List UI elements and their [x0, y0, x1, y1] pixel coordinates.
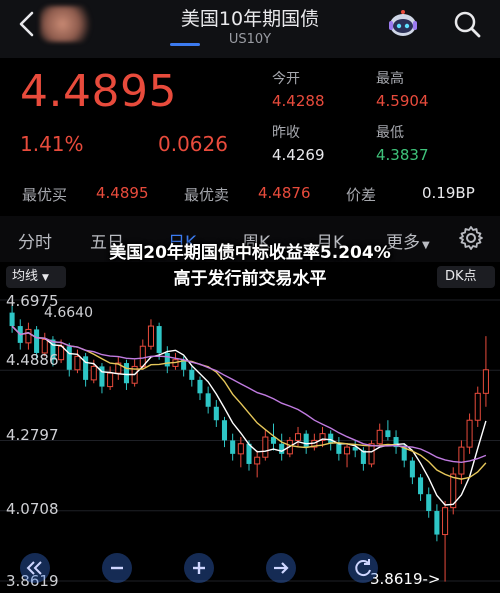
- candle-body: [385, 430, 391, 438]
- change-value: 0.0626: [158, 132, 228, 156]
- candle-body: [107, 372, 114, 388]
- search-icon[interactable]: [452, 9, 482, 39]
- candle-body: [9, 312, 15, 327]
- candle-body: [221, 420, 228, 441]
- candle-body: [360, 450, 366, 464]
- y-axis-label: 4.0708: [6, 500, 59, 518]
- headline-line-1: 美国20年期国债中标收益率5.204%: [109, 243, 391, 263]
- best-sell-value: 4.4876: [258, 184, 311, 202]
- candle-body: [205, 393, 211, 407]
- candle-body: [368, 443, 375, 465]
- candle-body: [434, 511, 440, 535]
- candle-body: [376, 429, 383, 445]
- candle-body: [230, 440, 236, 454]
- moving-average-line: [11, 325, 487, 506]
- candle-body: [34, 329, 40, 353]
- candle-body: [294, 433, 302, 441]
- candle-body: [25, 328, 32, 344]
- minus-icon: [111, 566, 123, 570]
- reset-button[interactable]: [348, 553, 378, 583]
- candle-body: [442, 507, 449, 536]
- candle-body: [66, 346, 72, 370]
- double-chevron-left-icon: [26, 561, 42, 575]
- candle-body: [156, 326, 162, 353]
- active-tab-indicator: [170, 43, 200, 46]
- headline-line-2: 高于发行前交易水平: [173, 269, 327, 289]
- candle-body: [164, 352, 170, 367]
- candle-body: [254, 456, 261, 465]
- news-headline: 美国20年期国债中标收益率5.204% 高于发行前交易水平: [0, 240, 490, 292]
- candle-body: [344, 446, 351, 455]
- candle-body: [197, 379, 203, 394]
- y-axis-label: 4.4886: [6, 351, 59, 369]
- zoom-out-left-button[interactable]: [20, 553, 50, 583]
- symbol-code: US10Y: [228, 32, 272, 47]
- candle-body: [279, 443, 285, 454]
- prev-close-value: 4.4269: [272, 146, 325, 164]
- spread-label: 价差: [346, 186, 377, 204]
- candle-body: [303, 433, 309, 448]
- candle-body: [458, 446, 465, 475]
- plus-icon: [193, 562, 205, 574]
- spread-value: 0.19BP: [422, 184, 475, 202]
- candle-body: [90, 365, 97, 381]
- candle-body: [426, 494, 432, 512]
- candle-body: [466, 419, 473, 448]
- zoom-out-button[interactable]: [102, 553, 132, 583]
- open-value: 4.4288: [272, 92, 325, 110]
- candle-body: [213, 406, 219, 421]
- candle-body: [237, 443, 244, 455]
- best-sell-label: 最优卖: [184, 186, 230, 204]
- zoom-in-button[interactable]: [184, 553, 214, 583]
- high-marker-label: 4.6640: [44, 305, 93, 321]
- page-title: 美国10年期国债: [180, 8, 320, 30]
- arrow-right-icon: [274, 562, 289, 574]
- low-marker-label: 3.8619->: [370, 570, 441, 588]
- last-price: 4.4895: [20, 66, 177, 117]
- candle-body: [74, 355, 81, 371]
- candle-body: [189, 369, 195, 380]
- trade-bar: 最优买 4.4895 最优卖 4.4876 价差 0.19BP: [0, 178, 500, 210]
- candle-body: [147, 325, 154, 347]
- best-buy-label: 最优买: [22, 186, 68, 204]
- candle-body: [328, 433, 334, 444]
- candle-body: [262, 436, 269, 458]
- candle-body: [418, 477, 424, 495]
- candle-body: [474, 392, 481, 421]
- candle-body: [409, 460, 415, 478]
- assistant-robot-icon[interactable]: [385, 6, 421, 42]
- change-percent: 1.41%: [20, 132, 84, 156]
- candle-body: [336, 443, 342, 454]
- open-label: 今开: [272, 71, 300, 87]
- scroll-right-button[interactable]: [266, 553, 296, 583]
- candle-body: [482, 369, 489, 394]
- low-value: 4.3837: [376, 146, 429, 164]
- y-axis-label: 4.2797: [6, 426, 59, 444]
- best-buy-value: 4.4895: [96, 184, 149, 202]
- candle-body: [123, 363, 129, 384]
- prev-close-label: 昨收: [272, 125, 300, 141]
- high-value: 4.5904: [376, 92, 429, 110]
- high-label: 最高: [376, 71, 404, 87]
- refresh-icon: [355, 559, 371, 577]
- low-label: 最低: [376, 125, 404, 141]
